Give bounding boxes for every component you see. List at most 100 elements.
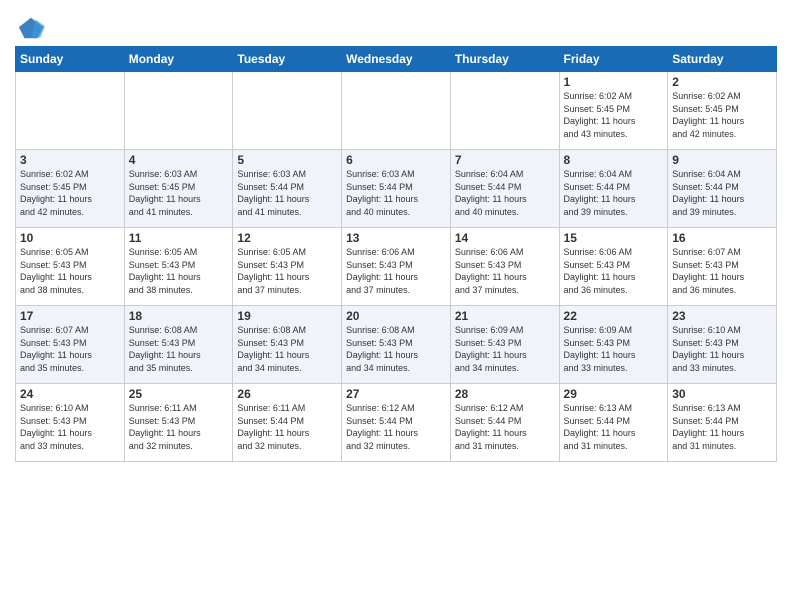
day-info: Sunrise: 6:04 AM Sunset: 5:44 PM Dayligh… (455, 168, 555, 218)
calendar-cell: 16Sunrise: 6:07 AM Sunset: 5:43 PM Dayli… (668, 228, 777, 306)
calendar-cell: 9Sunrise: 6:04 AM Sunset: 5:44 PM Daylig… (668, 150, 777, 228)
calendar-cell: 21Sunrise: 6:09 AM Sunset: 5:43 PM Dayli… (450, 306, 559, 384)
day-info: Sunrise: 6:04 AM Sunset: 5:44 PM Dayligh… (672, 168, 772, 218)
day-info: Sunrise: 6:04 AM Sunset: 5:44 PM Dayligh… (564, 168, 664, 218)
calendar-cell: 17Sunrise: 6:07 AM Sunset: 5:43 PM Dayli… (16, 306, 125, 384)
calendar-cell: 19Sunrise: 6:08 AM Sunset: 5:43 PM Dayli… (233, 306, 342, 384)
weekday-header: Monday (124, 47, 233, 72)
day-number: 18 (129, 309, 229, 323)
calendar-cell (342, 72, 451, 150)
day-info: Sunrise: 6:08 AM Sunset: 5:43 PM Dayligh… (237, 324, 337, 374)
day-info: Sunrise: 6:08 AM Sunset: 5:43 PM Dayligh… (129, 324, 229, 374)
day-info: Sunrise: 6:05 AM Sunset: 5:43 PM Dayligh… (20, 246, 120, 296)
day-info: Sunrise: 6:06 AM Sunset: 5:43 PM Dayligh… (455, 246, 555, 296)
day-number: 22 (564, 309, 664, 323)
calendar-week-row: 17Sunrise: 6:07 AM Sunset: 5:43 PM Dayli… (16, 306, 777, 384)
day-number: 16 (672, 231, 772, 245)
day-number: 28 (455, 387, 555, 401)
weekday-header: Wednesday (342, 47, 451, 72)
calendar-cell: 25Sunrise: 6:11 AM Sunset: 5:43 PM Dayli… (124, 384, 233, 462)
calendar-cell: 24Sunrise: 6:10 AM Sunset: 5:43 PM Dayli… (16, 384, 125, 462)
calendar-cell: 2Sunrise: 6:02 AM Sunset: 5:45 PM Daylig… (668, 72, 777, 150)
day-info: Sunrise: 6:11 AM Sunset: 5:44 PM Dayligh… (237, 402, 337, 452)
day-number: 29 (564, 387, 664, 401)
calendar-cell: 11Sunrise: 6:05 AM Sunset: 5:43 PM Dayli… (124, 228, 233, 306)
calendar-week-row: 24Sunrise: 6:10 AM Sunset: 5:43 PM Dayli… (16, 384, 777, 462)
day-info: Sunrise: 6:06 AM Sunset: 5:43 PM Dayligh… (346, 246, 446, 296)
day-number: 19 (237, 309, 337, 323)
day-number: 8 (564, 153, 664, 167)
day-number: 20 (346, 309, 446, 323)
day-number: 6 (346, 153, 446, 167)
calendar-cell: 1Sunrise: 6:02 AM Sunset: 5:45 PM Daylig… (559, 72, 668, 150)
calendar-cell: 7Sunrise: 6:04 AM Sunset: 5:44 PM Daylig… (450, 150, 559, 228)
day-info: Sunrise: 6:07 AM Sunset: 5:43 PM Dayligh… (20, 324, 120, 374)
logo (15, 14, 45, 42)
day-number: 2 (672, 75, 772, 89)
main-container: SundayMondayTuesdayWednesdayThursdayFrid… (0, 0, 792, 472)
calendar-week-row: 1Sunrise: 6:02 AM Sunset: 5:45 PM Daylig… (16, 72, 777, 150)
weekday-header: Tuesday (233, 47, 342, 72)
day-info: Sunrise: 6:03 AM Sunset: 5:44 PM Dayligh… (237, 168, 337, 218)
day-number: 4 (129, 153, 229, 167)
calendar-cell (450, 72, 559, 150)
day-info: Sunrise: 6:09 AM Sunset: 5:43 PM Dayligh… (455, 324, 555, 374)
day-info: Sunrise: 6:02 AM Sunset: 5:45 PM Dayligh… (672, 90, 772, 140)
header (15, 10, 777, 42)
calendar-cell: 4Sunrise: 6:03 AM Sunset: 5:45 PM Daylig… (124, 150, 233, 228)
day-info: Sunrise: 6:10 AM Sunset: 5:43 PM Dayligh… (20, 402, 120, 452)
day-info: Sunrise: 6:02 AM Sunset: 5:45 PM Dayligh… (564, 90, 664, 140)
day-number: 13 (346, 231, 446, 245)
calendar-cell: 14Sunrise: 6:06 AM Sunset: 5:43 PM Dayli… (450, 228, 559, 306)
day-number: 23 (672, 309, 772, 323)
weekday-header: Sunday (16, 47, 125, 72)
calendar-cell: 20Sunrise: 6:08 AM Sunset: 5:43 PM Dayli… (342, 306, 451, 384)
calendar-cell: 15Sunrise: 6:06 AM Sunset: 5:43 PM Dayli… (559, 228, 668, 306)
day-number: 15 (564, 231, 664, 245)
day-number: 3 (20, 153, 120, 167)
calendar-cell: 5Sunrise: 6:03 AM Sunset: 5:44 PM Daylig… (233, 150, 342, 228)
day-number: 21 (455, 309, 555, 323)
calendar-cell: 10Sunrise: 6:05 AM Sunset: 5:43 PM Dayli… (16, 228, 125, 306)
day-info: Sunrise: 6:13 AM Sunset: 5:44 PM Dayligh… (672, 402, 772, 452)
calendar-cell: 27Sunrise: 6:12 AM Sunset: 5:44 PM Dayli… (342, 384, 451, 462)
calendar-cell: 26Sunrise: 6:11 AM Sunset: 5:44 PM Dayli… (233, 384, 342, 462)
day-info: Sunrise: 6:02 AM Sunset: 5:45 PM Dayligh… (20, 168, 120, 218)
day-number: 1 (564, 75, 664, 89)
calendar-cell: 13Sunrise: 6:06 AM Sunset: 5:43 PM Dayli… (342, 228, 451, 306)
calendar-cell: 8Sunrise: 6:04 AM Sunset: 5:44 PM Daylig… (559, 150, 668, 228)
day-info: Sunrise: 6:13 AM Sunset: 5:44 PM Dayligh… (564, 402, 664, 452)
day-info: Sunrise: 6:10 AM Sunset: 5:43 PM Dayligh… (672, 324, 772, 374)
calendar-cell: 28Sunrise: 6:12 AM Sunset: 5:44 PM Dayli… (450, 384, 559, 462)
calendar-cell (233, 72, 342, 150)
day-number: 17 (20, 309, 120, 323)
calendar-cell: 23Sunrise: 6:10 AM Sunset: 5:43 PM Dayli… (668, 306, 777, 384)
day-info: Sunrise: 6:12 AM Sunset: 5:44 PM Dayligh… (346, 402, 446, 452)
day-info: Sunrise: 6:03 AM Sunset: 5:45 PM Dayligh… (129, 168, 229, 218)
day-number: 25 (129, 387, 229, 401)
day-info: Sunrise: 6:09 AM Sunset: 5:43 PM Dayligh… (564, 324, 664, 374)
day-info: Sunrise: 6:03 AM Sunset: 5:44 PM Dayligh… (346, 168, 446, 218)
logo-icon (17, 14, 45, 42)
day-number: 30 (672, 387, 772, 401)
calendar-week-row: 3Sunrise: 6:02 AM Sunset: 5:45 PM Daylig… (16, 150, 777, 228)
day-number: 9 (672, 153, 772, 167)
day-number: 26 (237, 387, 337, 401)
day-info: Sunrise: 6:07 AM Sunset: 5:43 PM Dayligh… (672, 246, 772, 296)
calendar-cell: 18Sunrise: 6:08 AM Sunset: 5:43 PM Dayli… (124, 306, 233, 384)
day-info: Sunrise: 6:05 AM Sunset: 5:43 PM Dayligh… (237, 246, 337, 296)
day-info: Sunrise: 6:06 AM Sunset: 5:43 PM Dayligh… (564, 246, 664, 296)
day-info: Sunrise: 6:11 AM Sunset: 5:43 PM Dayligh… (129, 402, 229, 452)
day-number: 10 (20, 231, 120, 245)
calendar-cell (124, 72, 233, 150)
day-number: 24 (20, 387, 120, 401)
day-number: 12 (237, 231, 337, 245)
weekday-header: Saturday (668, 47, 777, 72)
day-number: 14 (455, 231, 555, 245)
weekday-header: Friday (559, 47, 668, 72)
day-number: 11 (129, 231, 229, 245)
calendar-cell: 30Sunrise: 6:13 AM Sunset: 5:44 PM Dayli… (668, 384, 777, 462)
calendar-cell: 22Sunrise: 6:09 AM Sunset: 5:43 PM Dayli… (559, 306, 668, 384)
calendar-week-row: 10Sunrise: 6:05 AM Sunset: 5:43 PM Dayli… (16, 228, 777, 306)
day-number: 7 (455, 153, 555, 167)
